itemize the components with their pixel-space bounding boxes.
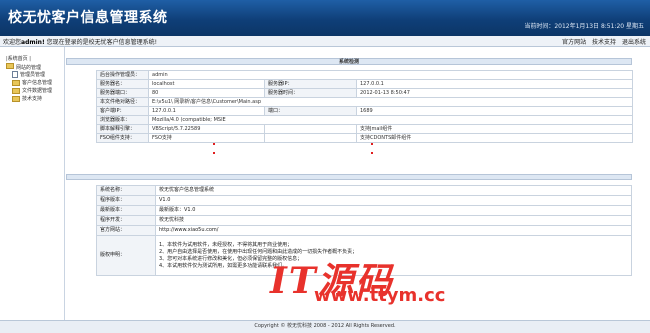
app-title: 校无忧客户信息管理系统 bbox=[8, 10, 168, 26]
server-ip-value: 127.0.0.1 bbox=[355, 79, 634, 89]
server-ip-label: 服务器IP： bbox=[264, 79, 357, 89]
marker-dot bbox=[371, 152, 373, 154]
developer-value: 校无忧科技 bbox=[155, 215, 632, 226]
marker-dot bbox=[213, 143, 215, 145]
blank-cell bbox=[264, 133, 357, 143]
browser-value: Mozilla/4.0 (compatible; MSIE bbox=[147, 115, 634, 125]
latest-version-value: 最新版本：V1.0 bbox=[155, 205, 632, 216]
link-official-site[interactable]: 官方网站 bbox=[562, 39, 586, 46]
folder-icon bbox=[12, 95, 20, 102]
client-port-label: 端口： bbox=[264, 106, 357, 116]
marker-dot bbox=[213, 152, 215, 154]
fso-label: FSO组件支持： bbox=[96, 133, 149, 143]
client-ip-label: 客户端IP： bbox=[96, 106, 149, 116]
watermark-url: www.ttym.cc bbox=[314, 285, 446, 306]
disclaimer-line: 1、本软件为试用软件，未经授权，不得将其用于商业使用； bbox=[159, 241, 293, 248]
admin-value: admin bbox=[147, 70, 634, 80]
top-links: 官方网站 技术支持 退出系统 bbox=[558, 37, 646, 46]
app-header: 校无忧客户信息管理系统 当前时间：2012年1月13日 8:51:20 星期五 bbox=[0, 0, 650, 36]
developer-label: 程序开发： bbox=[96, 215, 156, 226]
file-path-label: 本文件绝对路径： bbox=[96, 97, 149, 107]
disclaimer-label: 版权申明： bbox=[96, 235, 156, 276]
table-row: 服务器名： localhost 服务器IP： 127.0.0.1 bbox=[96, 79, 634, 89]
table-row: 最新版本： 最新版本：V1.0 bbox=[96, 205, 632, 216]
welcome-prefix: 欢迎您 bbox=[3, 39, 22, 46]
version-value: V1.0 bbox=[155, 195, 632, 206]
table-row: 系统名称： 校无忧客户信息管理系统 bbox=[96, 185, 632, 196]
table-row: 脚本解释引擎： VBScript/5.7.22589 支持Jmail组件 bbox=[96, 124, 634, 134]
sidebar-root[interactable]: 网站的管理 bbox=[6, 63, 41, 71]
sidebar-home[interactable]: |系统首页 | bbox=[6, 55, 31, 62]
link-tech-support[interactable]: 技术支持 bbox=[592, 39, 616, 46]
sidebar-item-admin[interactable]: 管理员管理 bbox=[12, 71, 45, 78]
server-time-value: 2012-01-13 8:50:47 bbox=[355, 88, 634, 98]
table-row: 浏览器版本： Mozilla/4.0 (compatible; MSIE bbox=[96, 115, 634, 125]
folder-icon bbox=[12, 87, 20, 94]
admin-label: 后台操作管理员： bbox=[96, 70, 149, 80]
sidebar-item-files[interactable]: 文件数据管理 bbox=[12, 87, 52, 94]
table-row: 官方网站： http://www.xiao5u.com/ bbox=[96, 225, 632, 236]
latest-version-label: 最新版本： bbox=[96, 205, 156, 216]
website-label: 官方网站： bbox=[96, 225, 156, 236]
client-port-value: 1689 bbox=[355, 106, 634, 116]
cdonts-value: 支持CDONTS邮件组件 bbox=[355, 133, 634, 143]
table-row: 程序版本： V1.0 bbox=[96, 195, 632, 206]
marker-dot bbox=[371, 143, 373, 145]
welcome-suffix: 您现在登录的是校无忧客户信息管理系统! bbox=[46, 39, 158, 46]
sidebar-item-label: 客户信息管理 bbox=[22, 80, 53, 86]
server-port-value: 80 bbox=[148, 88, 265, 98]
current-user: admin! bbox=[21, 39, 45, 46]
server-name-label: 服务器名： bbox=[96, 79, 149, 89]
blank-cell bbox=[264, 124, 357, 134]
welcome-text: 欢迎您admin! 您现在登录的是校无忧客户信息管理系统! bbox=[3, 37, 157, 46]
version-label: 程序版本： bbox=[96, 195, 156, 206]
system-check-table: 后台操作管理员： admin 服务器名： localhost 服务器IP： 12… bbox=[96, 70, 634, 143]
footer: Copyright © 校无忧科技 2008 - 2012 All Rights… bbox=[0, 320, 650, 333]
sidebar: |系统首页 | 网站的管理 管理员管理 客户信息管理 文件数据管理 技术支持 bbox=[0, 47, 65, 320]
sidebar-item-customers[interactable]: 客户信息管理 bbox=[12, 79, 52, 86]
system-check-header: 系统检测 bbox=[66, 58, 632, 65]
jmail-value: 支持Jmail组件 bbox=[355, 124, 634, 134]
sidebar-item-label: 技术支持 bbox=[22, 96, 43, 102]
page-icon bbox=[12, 71, 18, 78]
system-name-value: 校无忧客户信息管理系统 bbox=[155, 185, 632, 196]
table-row: 客户端IP： 127.0.0.1 端口： 1689 bbox=[96, 106, 634, 116]
sidebar-item-label: 管理员管理 bbox=[20, 72, 46, 78]
table-row: 服务器端口： 80 服务器时间： 2012-01-13 8:50:47 bbox=[96, 88, 634, 98]
folder-icon bbox=[6, 63, 14, 69]
file-path-value: E:\v5u1\ 网录新\客户信息\Customer\Main.asp bbox=[147, 97, 634, 107]
server-name-value: localhost bbox=[148, 79, 265, 89]
sidebar-item-label: 文件数据管理 bbox=[22, 88, 53, 94]
script-engine-value: VBScript/5.7.22589 bbox=[148, 124, 265, 134]
server-port-label: 服务器端口： bbox=[96, 88, 149, 98]
top-bar: 欢迎您admin! 您现在登录的是校无忧客户信息管理系统! 官方网站 技术支持 … bbox=[0, 36, 650, 47]
website-link[interactable]: http://www.xiao5u.com/ bbox=[155, 225, 632, 236]
table-row: 本文件绝对路径： E:\v5u1\ 网录新\客户信息\Customer\Main… bbox=[96, 97, 634, 107]
sidebar-item-support[interactable]: 技术支持 bbox=[12, 95, 42, 102]
folder-icon bbox=[12, 79, 20, 86]
browser-label: 浏览器版本： bbox=[96, 115, 149, 125]
table-row: 程序开发： 校无忧科技 bbox=[96, 215, 632, 226]
system-name-label: 系统名称： bbox=[96, 185, 156, 196]
table-row: 后台操作管理员： admin bbox=[96, 70, 634, 80]
header-datetime: 当前时间：2012年1月13日 8:51:20 星期五 bbox=[524, 23, 644, 30]
link-logout[interactable]: 退出系统 bbox=[622, 39, 646, 46]
table-row: FSO组件支持： FSO支持 支持CDONTS邮件组件 bbox=[96, 133, 634, 143]
client-ip-value: 127.0.0.1 bbox=[148, 106, 265, 116]
fso-value: FSO支持 bbox=[148, 133, 265, 143]
script-engine-label: 脚本解释引擎： bbox=[96, 124, 149, 134]
about-header bbox=[66, 174, 632, 180]
server-time-label: 服务器时间： bbox=[264, 88, 357, 98]
